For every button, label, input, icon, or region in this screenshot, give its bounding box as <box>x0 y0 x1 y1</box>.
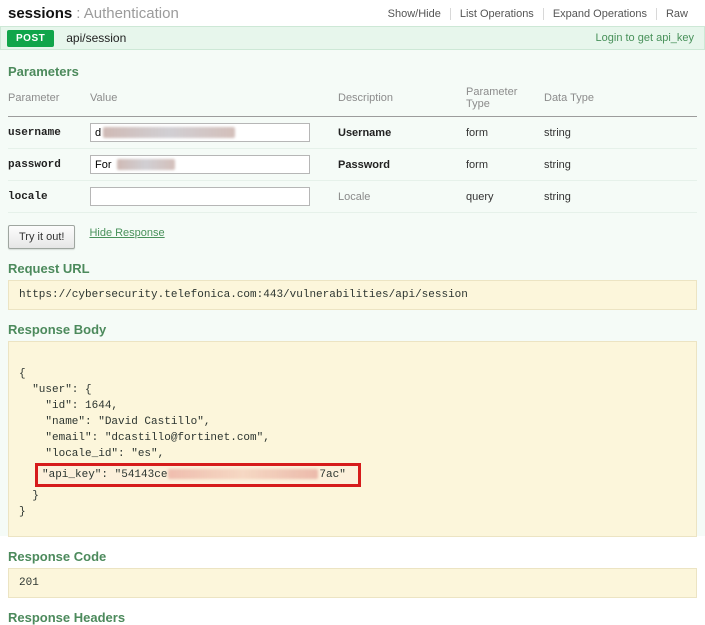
request-url-value: https://cybersecurity.telefonica.com:443… <box>19 289 468 301</box>
show-hide-link[interactable]: Show/Hide <box>379 8 450 20</box>
resource-name-link[interactable]: sessions <box>8 5 72 22</box>
code-line: { <box>19 366 686 382</box>
code-line: "user": { <box>19 382 686 398</box>
col-data-type: Data Type <box>544 83 697 117</box>
param-row-username: username Username form string <box>8 117 697 149</box>
col-parameter-type: Parameter Type <box>466 83 544 117</box>
data-type-password: string <box>544 159 571 171</box>
locale-input-wrap <box>90 187 310 206</box>
list-operations-link[interactable]: List Operations <box>450 8 543 20</box>
col-description: Description <box>338 83 466 117</box>
password-input-wrap <box>90 155 310 174</box>
param-row-locale: locale Locale query string <box>8 181 697 213</box>
resource-subtitle: : Authentication <box>76 5 179 22</box>
code-line: "id": 1644, <box>19 398 686 414</box>
parameters-header-row: Parameter Value Description Parameter Ty… <box>8 83 697 117</box>
code-line: } <box>19 488 686 504</box>
response-body-block: { "user": { "id": 1644, "name": "David C… <box>8 341 697 537</box>
param-name-username: username <box>8 127 61 139</box>
code-line: "email": "dcastillo@fortinet.com", <box>19 430 686 446</box>
api-key-redaction <box>168 469 318 479</box>
response-headers-heading: Response Headers <box>8 610 697 625</box>
param-type-username: form <box>466 127 488 139</box>
api-key-suffix: 7ac" <box>319 469 345 481</box>
data-type-locale: string <box>544 191 571 203</box>
param-desc-password: Password <box>338 159 390 171</box>
try-it-out-button[interactable]: Try it out! <box>8 225 75 249</box>
api-key-highlight-box: "api_key": "54143ce 7ac" <box>35 463 361 487</box>
resource-header: sessions: Authentication Show/Hide List … <box>0 0 705 26</box>
request-url-heading: Request URL <box>8 261 697 276</box>
api-key-line: "api_key": "54143ce 7ac" <box>19 462 686 488</box>
code-line: "name": "David Castillo", <box>19 414 686 430</box>
locale-input[interactable] <box>90 187 310 206</box>
param-row-password: password Password form string <box>8 149 697 181</box>
param-type-locale: query <box>466 191 494 203</box>
username-input-wrap <box>90 123 310 142</box>
col-parameter: Parameter <box>8 83 90 117</box>
raw-link[interactable]: Raw <box>656 8 697 20</box>
response-body-heading: Response Body <box>8 322 697 337</box>
parameters-table: Parameter Value Description Parameter Ty… <box>8 83 697 213</box>
col-value: Value <box>90 83 338 117</box>
param-desc-username: Username <box>338 127 391 139</box>
password-input[interactable] <box>90 155 310 174</box>
hide-response-link[interactable]: Hide Response <box>89 227 164 239</box>
param-name-locale: locale <box>8 191 48 203</box>
response-code-value: 201 <box>19 577 39 589</box>
response-code-heading: Response Code <box>8 549 697 564</box>
try-it-row: Try it out! Hide Response <box>8 225 697 249</box>
response-code-block: 201 <box>8 568 697 598</box>
operation-content: Parameters Parameter Value Description P… <box>0 50 705 536</box>
param-type-password: form <box>466 159 488 171</box>
data-type-username: string <box>544 127 571 139</box>
username-input[interactable] <box>90 123 310 142</box>
operation-path[interactable]: api/session <box>66 31 126 45</box>
parameters-heading: Parameters <box>8 64 697 79</box>
param-desc-locale: Locale <box>338 191 370 203</box>
operation-bar[interactable]: POST api/session Login to get api_key <box>0 26 705 50</box>
resource-actions: Show/Hide List Operations Expand Operati… <box>379 8 697 20</box>
post-method-badge: POST <box>7 30 54 47</box>
swagger-page: sessions: Authentication Show/Hide List … <box>0 0 705 536</box>
param-name-password: password <box>8 159 61 171</box>
request-url-block: https://cybersecurity.telefonica.com:443… <box>8 280 697 310</box>
code-line: } <box>19 504 686 520</box>
code-line: "locale_id": "es", <box>19 446 686 462</box>
api-key-prefix: "api_key": "54143ce <box>42 469 167 481</box>
resource-title: sessions: Authentication <box>8 5 179 22</box>
expand-operations-link[interactable]: Expand Operations <box>543 8 656 20</box>
login-api-key-link[interactable]: Login to get api_key <box>596 32 694 44</box>
